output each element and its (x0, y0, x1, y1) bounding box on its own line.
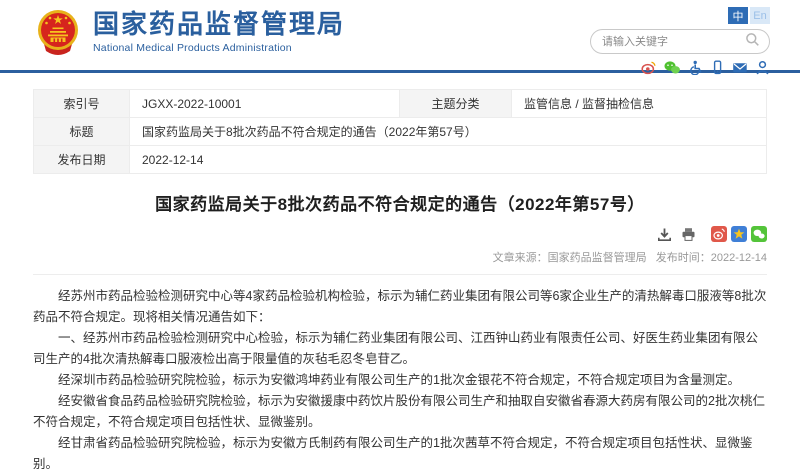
publish-date-value: 2022-12-14 (130, 146, 767, 174)
article-paragraph: 经甘肃省药品检验研究院检验，标示为安徽方氏制药有限公司生产的1批次茜草不符合规定… (33, 433, 767, 475)
publish-date-label: 发布日期 (34, 146, 130, 174)
document-info-table: 索引号 JGXX-2022-10001 主题分类 监管信息 / 监督抽检信息 标… (33, 89, 767, 174)
doc-title-label: 标题 (34, 118, 130, 146)
search-box[interactable] (590, 29, 770, 54)
mail-icon[interactable] (732, 60, 748, 75)
search-input[interactable] (600, 35, 745, 49)
share-buttons (711, 226, 767, 242)
site-subtitle: National Medical Products Administration (93, 42, 345, 54)
table-row: 发布日期 2022-12-14 (34, 146, 767, 174)
share-weibo-icon[interactable] (711, 226, 727, 242)
article-paragraph: 一、经苏州市药品检验检测研究中心检验，标示为辅仁药业集团有限公司、江西钟山药业有… (33, 328, 767, 370)
weibo-icon[interactable] (641, 60, 657, 75)
article-paragraph: 经深圳市药品检验研究院检验，标示为安徽鸿坤药业有限公司生产的1批次金银花不符合规… (33, 370, 767, 391)
language-toggle: 中 En (728, 7, 770, 24)
article-toolbar (33, 226, 767, 242)
topic-category-value: 监管信息 / 监督抽检信息 (512, 90, 767, 118)
national-emblem-logo (34, 7, 82, 57)
accessibility-icon[interactable] (688, 60, 703, 75)
article-publish-time: 发布时间：2022-12-14 (656, 252, 767, 264)
search-icon[interactable] (745, 32, 760, 52)
article-meta: 文章来源：国家药品监督管理局 发布时间：2022-12-14 (33, 249, 767, 275)
header-utility-icons (641, 59, 770, 75)
header-right: 中 En (590, 7, 770, 75)
table-row: 标题 国家药监局关于8批次药品不符合规定的通告（2022年第57号） (34, 118, 767, 146)
article-source: 文章来源：国家药品监督管理局 (493, 252, 647, 264)
user-icon[interactable] (755, 60, 770, 75)
print-icon[interactable] (681, 227, 696, 242)
site-header: 国家药品监督管理局 National Medical Products Admi… (0, 0, 800, 70)
index-number-label: 索引号 (34, 90, 130, 118)
site-brand[interactable]: 国家药品监督管理局 National Medical Products Admi… (34, 7, 345, 57)
download-icon[interactable] (657, 227, 672, 242)
article-paragraph: 经苏州市药品检验检测研究中心等4家药品检验机构检验，标示为辅仁药业集团有限公司等… (33, 286, 767, 328)
lang-zh-button[interactable]: 中 (728, 7, 748, 24)
page-title: 国家药监局关于8批次药品不符合规定的通告（2022年第57号） (0, 190, 800, 215)
table-row: 索引号 JGXX-2022-10001 主题分类 监管信息 / 监督抽检信息 (34, 90, 767, 118)
index-number-value: JGXX-2022-10001 (130, 90, 400, 118)
article-paragraph: 经安徽省食品药品检验研究院检验，标示为安徽援康中药饮片股份有限公司生产和抽取自安… (33, 391, 767, 433)
lang-en-button[interactable]: En (750, 7, 770, 24)
share-wechat-icon[interactable] (751, 226, 767, 242)
share-qzone-icon[interactable] (731, 226, 747, 242)
site-title: 国家药品监督管理局 (93, 10, 345, 39)
mobile-icon[interactable] (710, 60, 725, 75)
wechat-icon[interactable] (664, 60, 681, 75)
article-body: 经苏州市药品检验检测研究中心等4家药品检验机构检验，标示为辅仁药业集团有限公司等… (33, 286, 767, 475)
topic-category-label: 主题分类 (400, 90, 512, 118)
doc-title-value: 国家药监局关于8批次药品不符合规定的通告（2022年第57号） (130, 118, 767, 146)
